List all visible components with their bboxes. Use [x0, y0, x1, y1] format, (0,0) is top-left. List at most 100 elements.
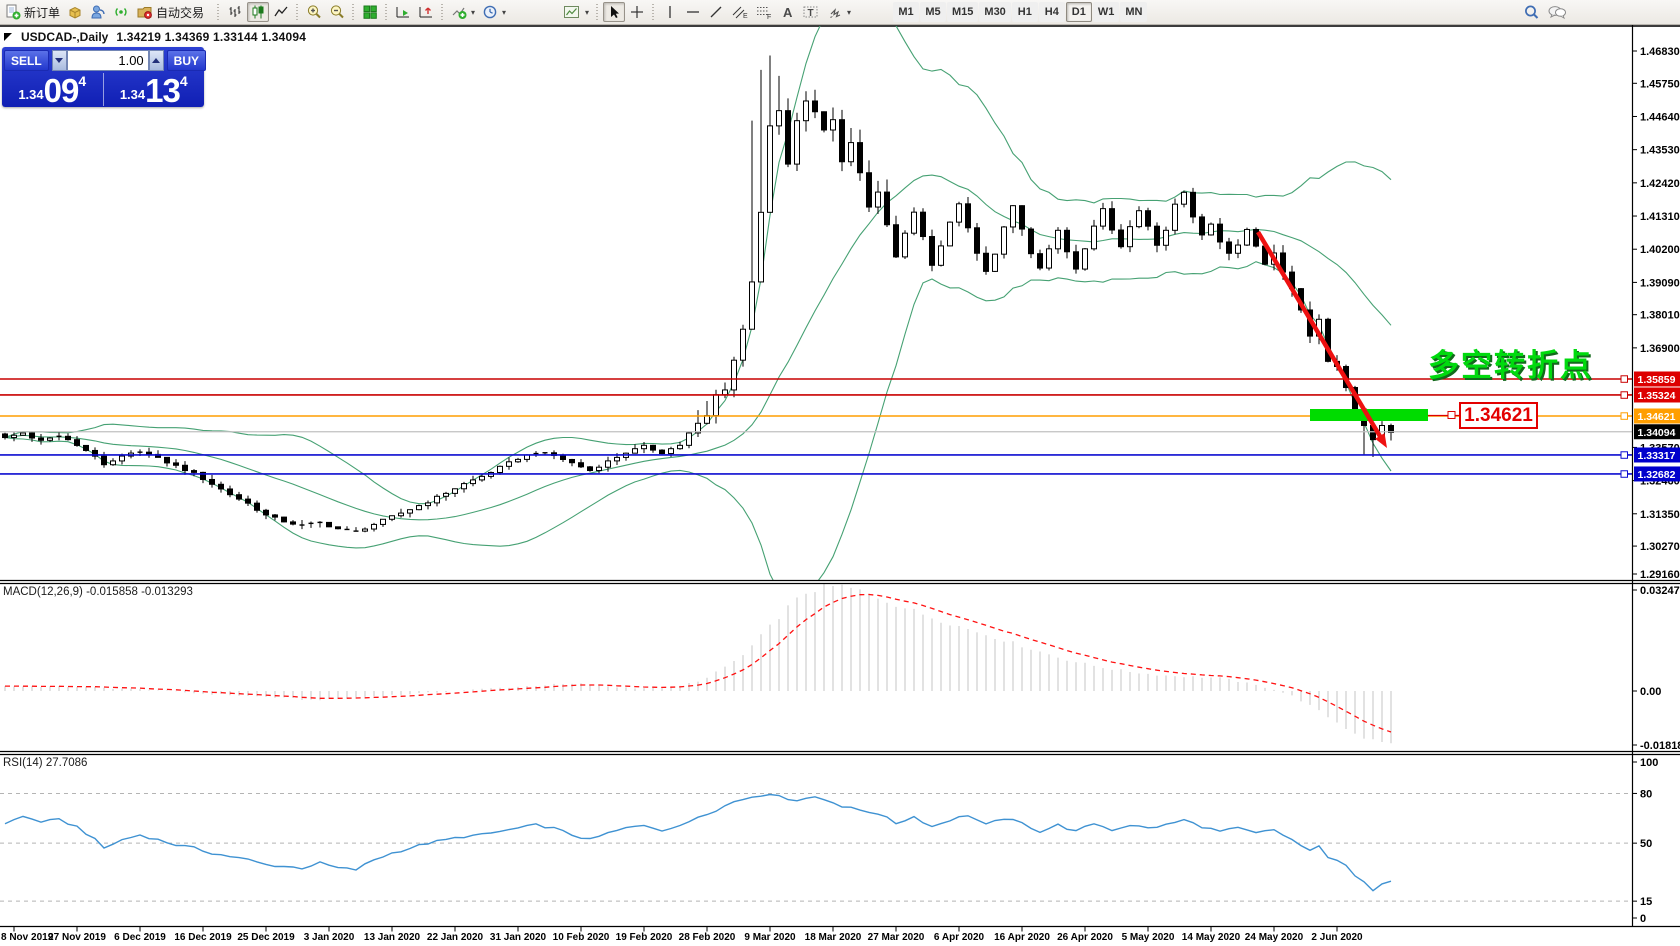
caret-down-icon: ▾ [585, 8, 589, 17]
candlestick-series [3, 55, 1394, 532]
svg-text:6 Apr 2020: 6 Apr 2020 [934, 932, 985, 943]
timeframe-button-M5[interactable]: M5 [920, 2, 946, 22]
line-chart-button[interactable] [270, 2, 292, 22]
line-handle[interactable] [1621, 392, 1628, 399]
svg-text:24 May 2020: 24 May 2020 [1245, 932, 1304, 943]
market-watch-button[interactable] [87, 2, 109, 22]
sell-price-figure: 1.34 [18, 88, 43, 101]
chat-button[interactable] [1544, 2, 1570, 22]
svg-text:31 Jan 2020: 31 Jan 2020 [490, 932, 547, 943]
fibonacci-icon: F [755, 4, 772, 20]
line-handle[interactable] [1621, 452, 1628, 459]
svg-text:1.32682: 1.32682 [1638, 469, 1676, 481]
signals-button[interactable] [110, 2, 132, 22]
svg-text:0.00: 0.00 [1640, 686, 1661, 698]
sell-button[interactable]: SELL [4, 50, 49, 71]
triangle-up-icon [152, 58, 160, 63]
cursor-button[interactable] [603, 2, 625, 22]
vertical-line-button[interactable] [659, 2, 681, 22]
svg-text:1.36900: 1.36900 [1640, 343, 1680, 355]
zoom-out-button[interactable] [326, 2, 348, 22]
svg-text:1.33317: 1.33317 [1638, 450, 1676, 462]
templates-button[interactable]: ▾ [560, 2, 592, 22]
toolbar-handle[interactable] [384, 4, 389, 20]
bar-chart-button[interactable] [224, 2, 246, 22]
tile-windows-button[interactable] [359, 2, 381, 22]
toolbar-handle[interactable] [595, 4, 600, 20]
trendline-button[interactable] [705, 2, 727, 22]
new-order-label: 新订单 [24, 4, 60, 21]
svg-text:8 Nov 2019: 8 Nov 2019 [1, 932, 54, 943]
svg-text:15: 15 [1640, 896, 1652, 908]
horizontal-line-icon [685, 4, 701, 20]
volume-decrease-button[interactable] [52, 50, 67, 71]
buy-button[interactable]: BUY [167, 50, 206, 71]
macd-signal-line [5, 595, 1391, 733]
auto-trading-button[interactable]: 自动交易 [133, 2, 207, 22]
caret-down-icon: ▾ [502, 8, 506, 17]
toolbar-handle[interactable] [216, 4, 221, 20]
search-icon [1523, 4, 1540, 21]
chart-canvas[interactable]: 1.468301.457501.446401.435301.424201.413… [0, 0, 1680, 944]
timeframe-button-W1[interactable]: W1 [1093, 2, 1120, 22]
svg-text:100: 100 [1640, 757, 1658, 769]
crosshair-icon [629, 4, 645, 20]
svg-text:1.38010: 1.38010 [1640, 310, 1680, 322]
new-order-button[interactable]: 新订单 [2, 2, 63, 22]
price-tag-anchor[interactable] [1448, 412, 1455, 419]
auto-scroll-icon [395, 4, 411, 20]
turning-point-annotation[interactable]: 多空转折点 [1428, 340, 1593, 385]
timeframe-button-H1[interactable]: H1 [1012, 2, 1038, 22]
timeframe-button-D1[interactable]: D1 [1066, 2, 1092, 22]
toolbar-handle[interactable] [440, 4, 445, 20]
tile-windows-icon [362, 4, 378, 20]
crosshair-button[interactable] [626, 2, 648, 22]
text-label-button[interactable]: T [799, 2, 823, 22]
line-handle[interactable] [1621, 376, 1628, 383]
arrows-button[interactable]: ▾ [824, 2, 854, 22]
price-axis: 1.468301.457501.446401.435301.424201.413… [1633, 46, 1680, 925]
svg-text:2 Jun 2020: 2 Jun 2020 [1311, 932, 1363, 943]
fibonacci-button[interactable]: F [752, 2, 775, 22]
horizontal-levels[interactable] [0, 376, 1633, 477]
toolbar-handle[interactable] [295, 4, 300, 20]
toolbar-handle[interactable] [351, 4, 356, 20]
toolbar-handle[interactable] [651, 4, 656, 20]
svg-text:5 May 2020: 5 May 2020 [1122, 932, 1175, 943]
buy-price[interactable]: 1.34134 [103, 73, 205, 106]
svg-text:14 May 2020: 14 May 2020 [1182, 932, 1241, 943]
chart-shift-button[interactable] [415, 2, 437, 22]
svg-text:-0.018182: -0.018182 [1640, 740, 1680, 752]
date-axis: 8 Nov 201927 Nov 20196 Dec 201916 Dec 20… [1, 927, 1363, 943]
chat-icon [1547, 4, 1567, 20]
svg-text:1.44640: 1.44640 [1640, 111, 1680, 123]
profiles-button[interactable] [64, 2, 86, 22]
zoom-in-icon [306, 4, 322, 20]
text-button[interactable]: A [776, 2, 798, 22]
auto-scroll-button[interactable] [392, 2, 414, 22]
candle-chart-button[interactable] [247, 2, 269, 22]
add-indicator-button[interactable]: ▾ [448, 2, 478, 22]
equidistant-channel-button[interactable]: E [728, 2, 751, 22]
search-button[interactable] [1520, 2, 1543, 22]
timeframe-button-M15[interactable]: M15 [947, 2, 978, 22]
volume-input[interactable] [67, 50, 149, 71]
zoom-out-icon [329, 4, 345, 20]
timeframe-button-MN[interactable]: MN [1120, 2, 1147, 22]
symbol-period-label: USDCAD-,Daily [21, 30, 108, 44]
svg-text:1.43530: 1.43530 [1640, 145, 1680, 157]
timeframe-button-M1[interactable]: M1 [893, 2, 919, 22]
timeframe-button-M30[interactable]: M30 [979, 2, 1010, 22]
text-icon: A [779, 4, 795, 20]
price-tag-label[interactable]: 1.34621 [1459, 402, 1538, 429]
zoom-in-button[interactable] [303, 2, 325, 22]
svg-text:1.39090: 1.39090 [1640, 277, 1680, 289]
line-handle[interactable] [1621, 413, 1628, 420]
volume-increase-button[interactable] [149, 50, 164, 71]
collapse-panel-icon[interactable] [4, 33, 12, 41]
periods-button[interactable]: ▾ [479, 2, 509, 22]
timeframe-button-H4[interactable]: H4 [1039, 2, 1065, 22]
sell-price[interactable]: 1.34094 [2, 73, 103, 106]
horizontal-line-button[interactable] [682, 2, 704, 22]
line-handle[interactable] [1621, 471, 1628, 478]
